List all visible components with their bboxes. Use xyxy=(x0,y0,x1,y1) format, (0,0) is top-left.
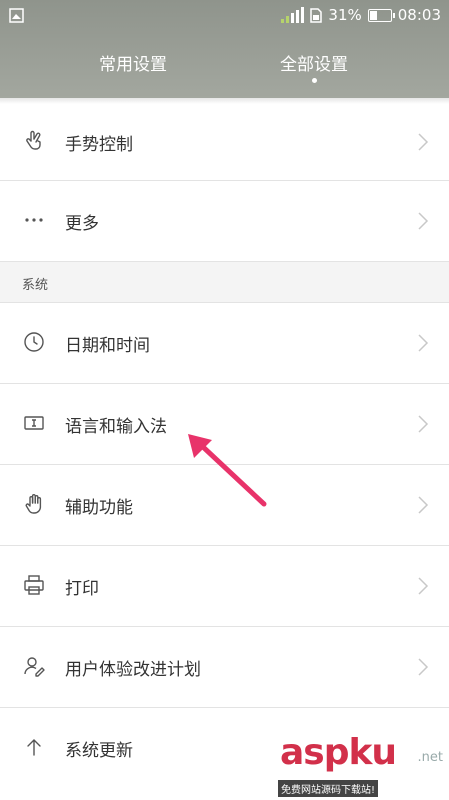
chevron-right-icon xyxy=(418,334,429,352)
printer-icon xyxy=(24,575,44,595)
settings-item-gesture[interactable]: 手势控制 xyxy=(0,104,449,181)
chevron-right-icon xyxy=(418,577,429,595)
hand-icon xyxy=(25,494,42,514)
tab-common-settings[interactable]: 常用设置 xyxy=(99,50,167,75)
clock-icon xyxy=(24,332,44,352)
tab-bar: 常用设置 全部设置 xyxy=(0,40,449,90)
section-header-system: 系统 xyxy=(0,262,449,303)
tab-label: 常用设置 xyxy=(99,55,167,75)
settings-item-accessibility[interactable]: 辅助功能 xyxy=(0,465,449,546)
clock-time: 08:03 xyxy=(397,6,441,24)
chevron-right-icon xyxy=(418,133,429,151)
text-input-icon xyxy=(24,416,44,430)
settings-item-label: 更多 xyxy=(65,214,99,234)
user-edit-icon xyxy=(24,657,45,677)
settings-item-label: 打印 xyxy=(65,579,99,599)
watermark-domain: .net xyxy=(417,750,443,765)
tab-label: 全部设置 xyxy=(280,55,348,75)
gesture-hand-icon xyxy=(26,130,41,150)
chevron-right-icon xyxy=(418,212,429,230)
header: 31% 08:03 常用设置 全部设置 xyxy=(0,0,449,98)
watermark-brand: aspku xyxy=(280,732,397,773)
watermark: aspku .net 免费网站源码下载站! xyxy=(274,730,449,800)
watermark-tagline: 免费网站源码下载站! xyxy=(278,780,379,797)
settings-item-label: 辅助功能 xyxy=(65,498,133,518)
chevron-right-icon xyxy=(418,415,429,433)
gallery-notification-icon xyxy=(9,8,24,23)
status-right: 31% 08:03 xyxy=(281,6,441,24)
settings-item-date-time[interactable]: 日期和时间 xyxy=(0,303,449,384)
settings-item-user-experience[interactable]: 用户体验改进计划 xyxy=(0,627,449,708)
tab-all-settings[interactable]: 全部设置 xyxy=(280,50,348,83)
arrow-up-icon xyxy=(27,739,41,756)
settings-item-label: 语言和输入法 xyxy=(65,417,167,437)
signal-icon xyxy=(281,7,305,23)
active-tab-indicator xyxy=(311,78,317,83)
chevron-right-icon xyxy=(418,496,429,514)
sim-card-icon xyxy=(310,7,323,23)
chevron-right-icon xyxy=(418,658,429,676)
settings-item-label: 用户体验改进计划 xyxy=(65,660,201,680)
settings-item-more[interactable]: 更多 xyxy=(0,181,449,262)
battery-percent: 31% xyxy=(328,6,362,24)
more-dots-icon xyxy=(25,218,43,222)
battery-icon xyxy=(367,8,395,22)
settings-item-label: 日期和时间 xyxy=(65,336,150,356)
settings-item-print[interactable]: 打印 xyxy=(0,546,449,627)
settings-item-label: 系统更新 xyxy=(65,741,133,761)
settings-item-label: 手势控制 xyxy=(65,135,133,155)
status-bar: 31% 08:03 xyxy=(0,0,449,34)
section-label: 系统 xyxy=(22,278,49,293)
settings-item-language-input[interactable]: 语言和输入法 xyxy=(0,384,449,465)
settings-list: 手势控制 更多 系统 日期和时间 语言和输入法 辅助功能 打印 用户体验改进计划… xyxy=(0,98,449,788)
